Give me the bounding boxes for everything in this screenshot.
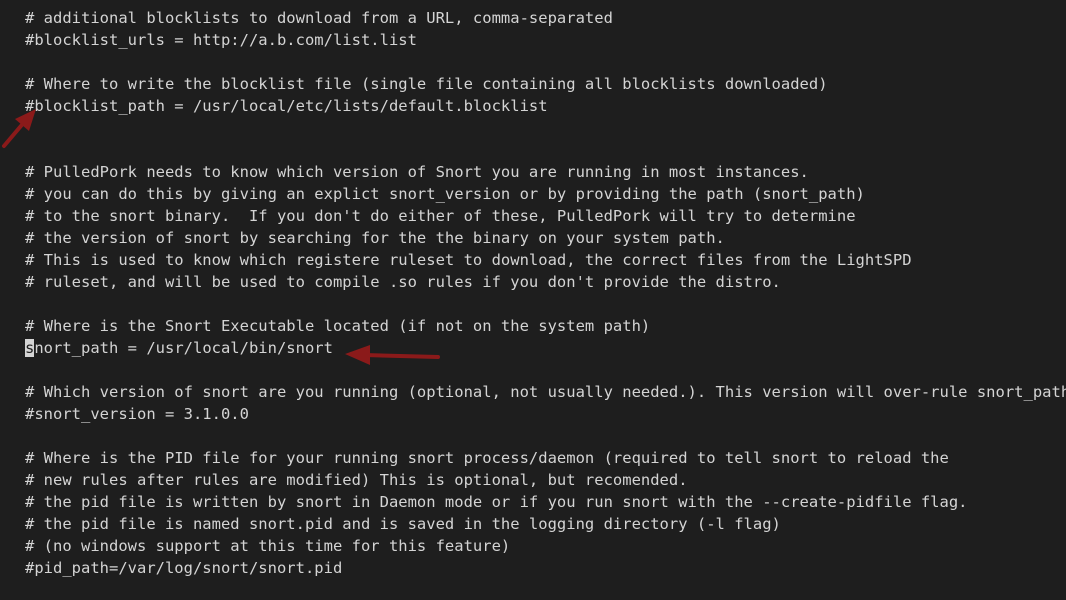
code-line[interactable]: #pid_path=/var/log/snort/snort.pid <box>25 557 342 579</box>
code-line[interactable]: # Which version of snort are you running… <box>25 381 1066 403</box>
code-line[interactable]: # the pid file is named snort.pid and is… <box>25 513 781 535</box>
code-line[interactable]: #blocklist_urls = http://a.b.com/list.li… <box>25 29 417 51</box>
code-line[interactable]: # ruleset, and will be used to compile .… <box>25 271 781 293</box>
code-line[interactable]: # Where to write the blocklist file (sin… <box>25 73 828 95</box>
code-line[interactable]: # new rules after rules are modified) Th… <box>25 469 688 491</box>
code-line[interactable]: # Where is the Snort Executable located … <box>25 315 650 337</box>
code-line[interactable]: # you can do this by giving an explict s… <box>25 183 865 205</box>
code-line[interactable]: #snort_version = 3.1.0.0 <box>25 403 249 425</box>
text-cursor: s <box>25 339 35 357</box>
text-editor[interactable]: # additional blocklists to download from… <box>0 0 1066 600</box>
code-line[interactable]: # to the snort binary. If you don't do e… <box>25 205 856 227</box>
code-line[interactable]: # the pid file is written by snort in Da… <box>25 491 968 513</box>
code-line[interactable]: # This is used to know which registere r… <box>25 249 912 271</box>
code-line[interactable]: # Where is the PID file for your running… <box>25 447 949 469</box>
code-line[interactable]: # additional blocklists to download from… <box>25 7 613 29</box>
code-line-active[interactable]: snort_path = /usr/local/bin/snort <box>25 337 333 359</box>
code-line[interactable]: # PulledPork needs to know which version… <box>25 161 809 183</box>
code-line-active-text: nort_path = /usr/local/bin/snort <box>34 339 333 357</box>
code-line[interactable]: # (no windows support at this time for t… <box>25 535 510 557</box>
code-line[interactable]: #blocklist_path = /usr/local/etc/lists/d… <box>25 95 548 117</box>
code-line[interactable]: # the version of snort by searching for … <box>25 227 725 249</box>
